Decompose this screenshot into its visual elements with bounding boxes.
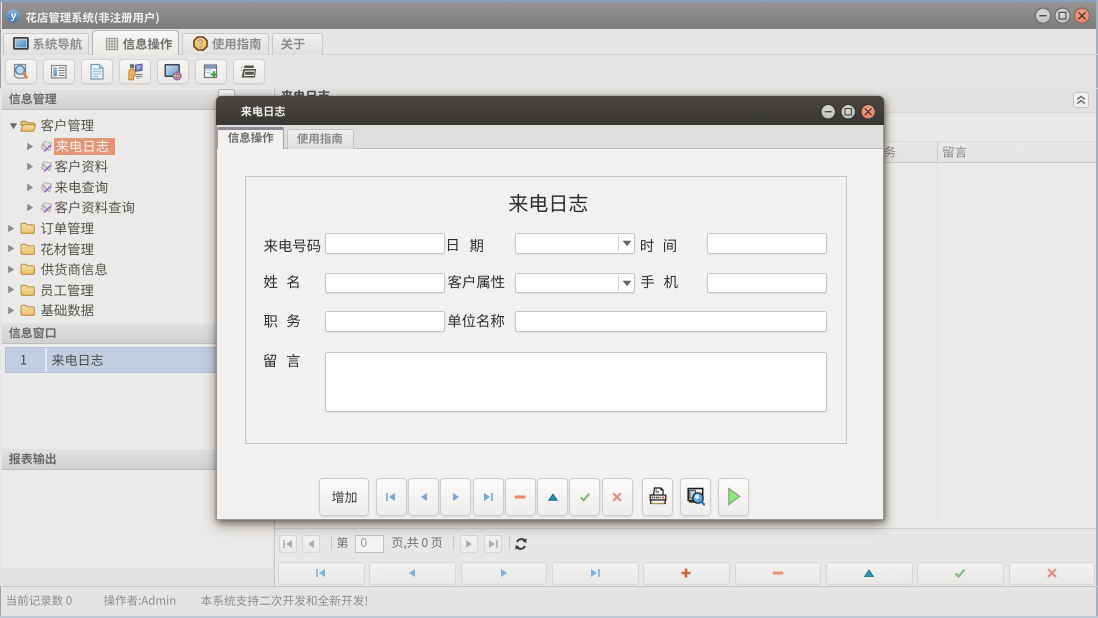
svg-text:y: y — [11, 11, 17, 22]
